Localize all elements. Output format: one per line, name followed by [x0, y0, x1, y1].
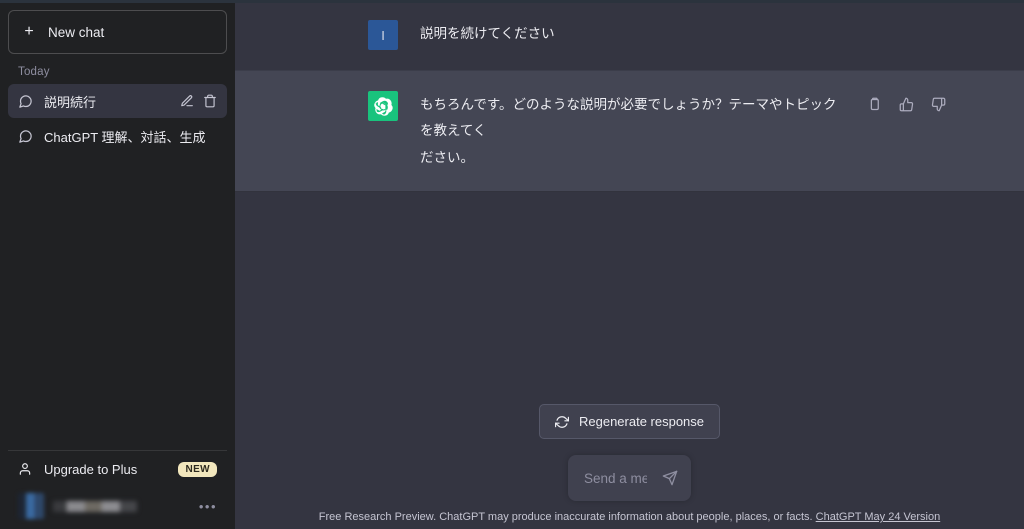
user-account-row[interactable]: •••: [8, 487, 227, 525]
avatar-initial: I: [381, 27, 385, 43]
chat-item-title: 説明続行: [44, 94, 97, 110]
sidebar-footer: Upgrade to Plus NEW •••: [8, 450, 227, 529]
chatgpt-logo-icon: [368, 91, 398, 121]
footer-text: Free Research Preview. ChatGPT may produ…: [318, 511, 813, 523]
plus-icon: +: [24, 23, 34, 40]
window-top-strip: [0, 0, 1024, 3]
conversation-thread: I 説明を続けてください もちろんです。どのような説明が必要でしょうか？テーマや…: [235, 0, 1024, 192]
regenerate-wrap: Regenerate response: [235, 404, 1024, 439]
main-panel: I 説明を続けてください もちろんです。どのような説明が必要でしょうか？テーマや…: [235, 0, 1024, 529]
message-line: もちろんです。どのような説明が必要でしょうか？テーマやトピックを教えてく: [420, 97, 837, 139]
message-inner: もちろんです。どのような説明が必要でしょうか？テーマやトピックを教えてく ださい…: [235, 91, 1024, 171]
footer-disclaimer: Free Research Preview. ChatGPT may produ…: [235, 501, 1024, 523]
new-chat-label: New chat: [48, 24, 105, 40]
search-input[interactable]: [584, 470, 647, 486]
message-input-box[interactable]: [568, 455, 691, 501]
regenerate-label: Regenerate response: [578, 414, 705, 429]
message-line: ださい。: [420, 149, 474, 165]
avatar: I: [368, 20, 398, 50]
message-inner: I 説明を続けてください: [235, 20, 1024, 50]
new-chat-button[interactable]: + New chat: [8, 10, 227, 54]
avatar: [18, 493, 44, 519]
message-row-user: I 説明を続けてください: [235, 0, 1024, 70]
chat-item-active[interactable]: 説明続行: [8, 84, 227, 118]
new-badge: NEW: [178, 461, 217, 477]
message-row-assistant: もちろんです。どのような説明が必要でしょうか？テーマやトピックを教えてく ださい…: [235, 70, 1024, 192]
message-line: 説明を続けてください: [420, 26, 555, 41]
edit-icon[interactable]: [180, 94, 194, 108]
section-label-today: Today: [18, 66, 50, 78]
send-icon[interactable]: [662, 470, 678, 486]
chatgpt-app: + New chat Today 説明続行 ChatGPT 理解、対話、生成 U…: [0, 0, 1024, 529]
thumbs-down-icon[interactable]: [931, 97, 946, 112]
copy-icon[interactable]: [867, 97, 882, 112]
thumbs-up-icon[interactable]: [899, 97, 914, 112]
user-icon: [18, 462, 32, 476]
input-wrap: [235, 455, 1024, 501]
chat-history-list: 説明続行 ChatGPT 理解、対話、生成: [8, 84, 227, 153]
user-menu-icon[interactable]: •••: [199, 500, 217, 513]
upgrade-to-plus-button[interactable]: Upgrade to Plus NEW: [8, 451, 227, 487]
user-name-redacted: [53, 500, 137, 512]
message-actions: [867, 91, 946, 171]
refresh-icon: [554, 415, 569, 429]
message-text: もちろんです。どのような説明が必要でしょうか？テーマやトピックを教えてく ださい…: [420, 91, 845, 171]
composer: Regenerate response Free Research Previe…: [235, 404, 1024, 529]
chat-item-title: ChatGPT 理解、対話、生成: [44, 129, 206, 145]
chat-bubble-icon: [18, 94, 33, 109]
upgrade-label: Upgrade to Plus: [44, 461, 138, 477]
chat-item[interactable]: ChatGPT 理解、対話、生成: [8, 119, 227, 153]
regenerate-response-button[interactable]: Regenerate response: [538, 404, 721, 439]
version-link[interactable]: ChatGPT May 24 Version: [816, 511, 941, 523]
delete-icon[interactable]: [203, 94, 217, 108]
message-text: 説明を続けてください: [420, 20, 946, 50]
chat-item-actions: [180, 94, 217, 108]
chat-bubble-icon: [18, 129, 33, 144]
sidebar: + New chat Today 説明続行 ChatGPT 理解、対話、生成 U…: [0, 0, 235, 529]
